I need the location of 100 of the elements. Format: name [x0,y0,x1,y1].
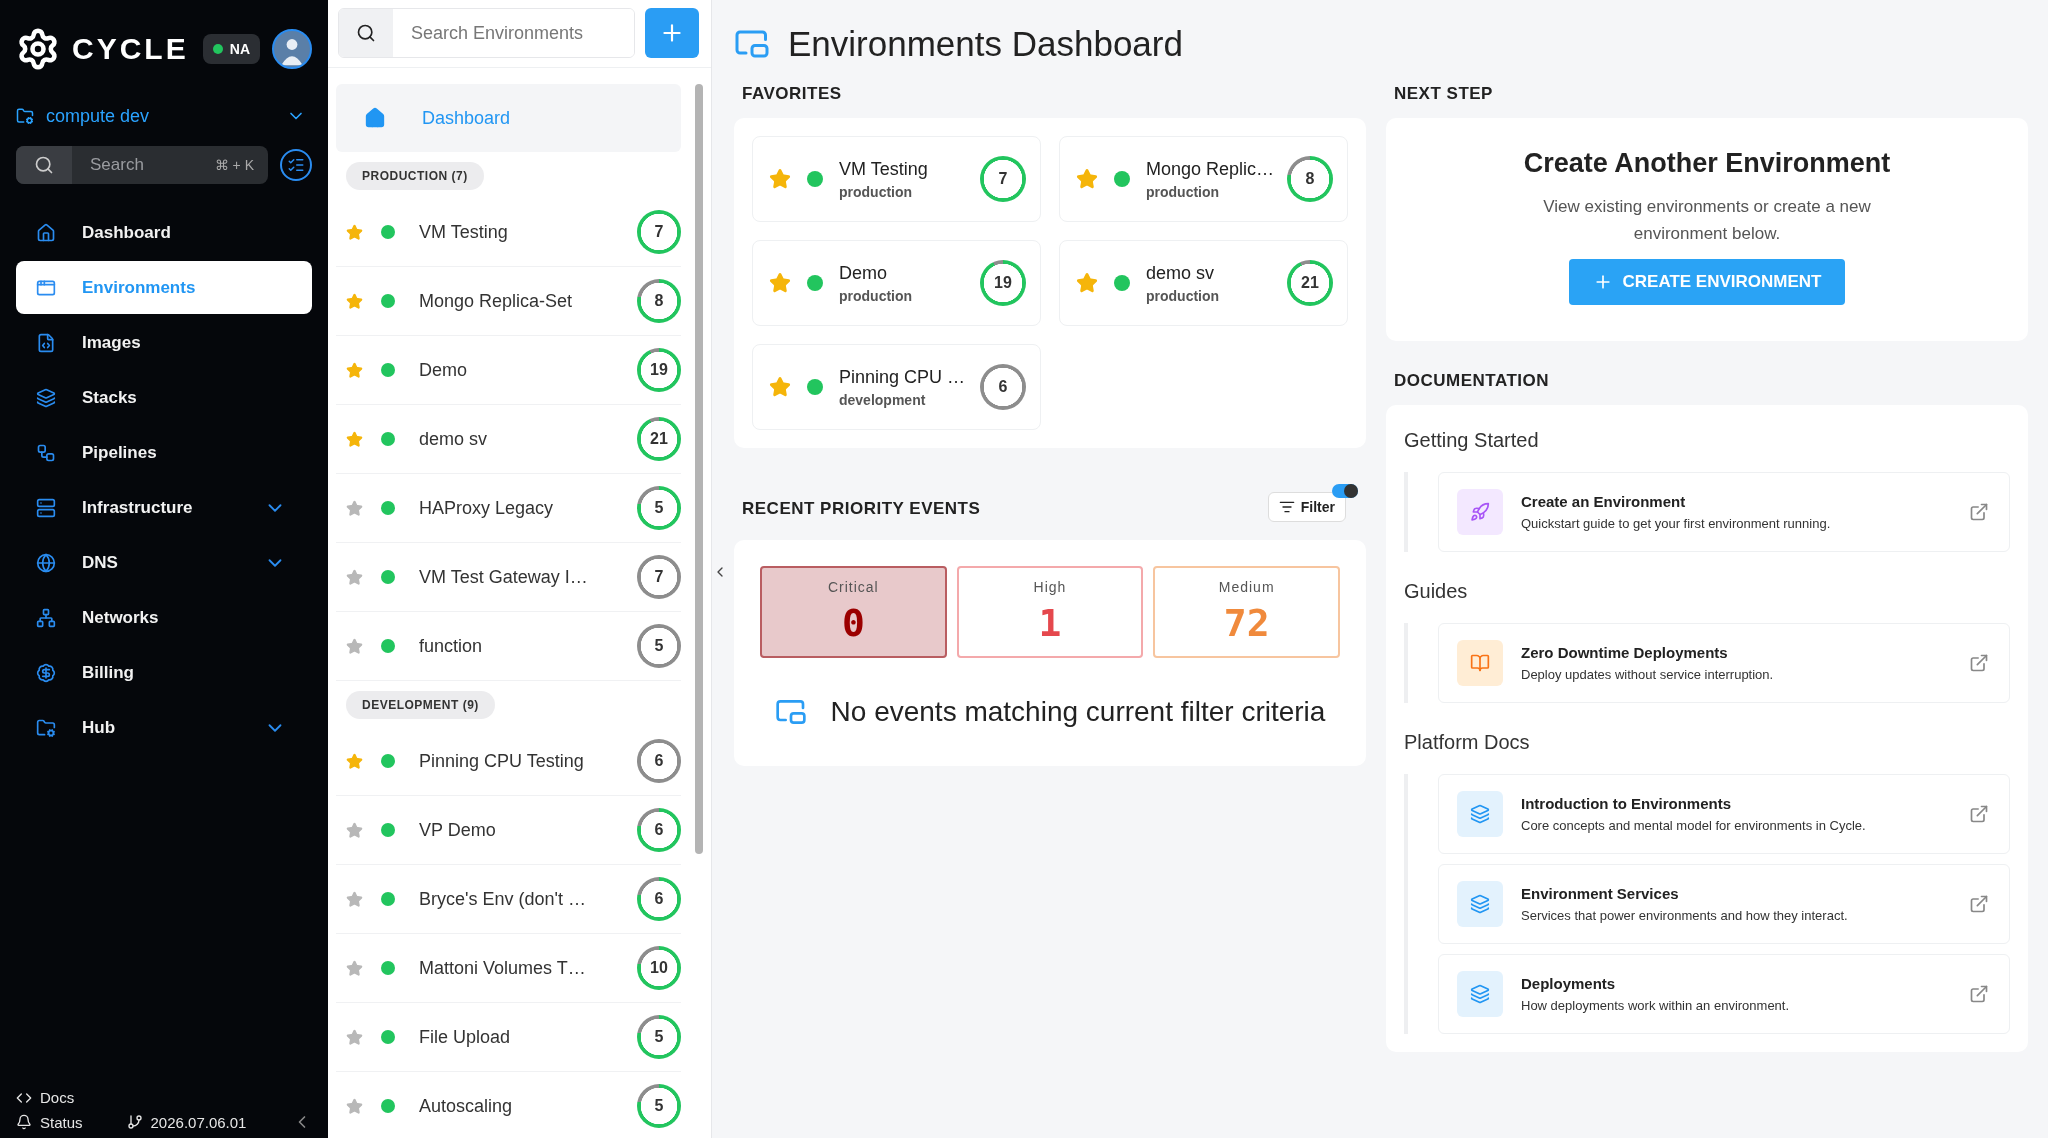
star-icon[interactable] [346,499,363,517]
branch-icon [126,1114,143,1130]
severity-card[interactable]: Medium 72 [1153,566,1340,658]
environment-row[interactable]: Bryce's Env (don't … 6 [336,865,681,934]
workflow-icon [36,442,56,463]
doc-card[interactable]: Environment Services Services that power environments and how they interact. [1438,864,2010,945]
favorite-card[interactable]: demo sv production 21 [1059,240,1348,326]
external-link-icon[interactable] [1969,502,1989,523]
nav-item[interactable]: Billing [16,646,312,699]
nav-item[interactable]: Networks [16,591,312,644]
doc-card[interactable]: Zero Downtime Deployments Deploy updates without service interruption. [1438,623,2010,704]
environment-row[interactable]: Pinning CPU Testing 6 [336,727,681,796]
brand-name: CYCLE [72,32,190,66]
nav-item[interactable]: Pipelines [16,426,312,479]
empty-message: No events matching current filter criteria [830,696,1326,728]
star-icon[interactable] [1076,272,1098,294]
folder-icon [36,717,56,738]
external-link-icon[interactable] [1969,984,1989,1005]
avatar[interactable] [272,29,312,69]
shortcut-hint: ⌘ + K [214,157,255,173]
star-icon[interactable] [346,959,363,977]
star-icon[interactable] [346,1097,363,1115]
environment-row[interactable]: VM Testing 7 [336,198,681,267]
environment-row[interactable]: File Upload 5 [336,1003,681,1072]
count-badge: 6 [980,364,1026,410]
environment-row[interactable]: HAProxy Legacy 5 [336,474,681,543]
layers-icon [1470,804,1490,825]
layers-icon [36,387,56,408]
search-bar[interactable]: Search Environments [338,8,635,58]
doc-card[interactable]: Introduction to Environments Core concepts and mental model for environments in Cycle. [1438,774,2010,855]
star-icon[interactable] [346,361,363,379]
status-dot [381,754,395,768]
star-icon[interactable] [769,376,791,398]
filter-button[interactable]: Filter [1267,492,1346,522]
doc-description: Services that power environments and how they interact. [1521,908,1849,924]
status-dot [381,432,395,446]
group-label: DEVELOPMENT (9) [346,691,495,719]
search-bar[interactable]: Search ⌘ + K [16,146,268,184]
star-icon[interactable] [346,637,363,655]
environment-row[interactable]: function 5 [336,612,681,681]
count-badge: 6 [637,877,681,921]
environment-row[interactable]: Demo 19 [336,336,681,405]
count-badge: 8 [1287,156,1333,202]
favorite-card[interactable]: Pinning CPU … development 6 [752,344,1041,430]
nav-item[interactable]: Hub [16,701,312,754]
severity-card[interactable]: High 1 [956,566,1144,658]
star-icon[interactable] [346,430,363,448]
region-badge[interactable]: NA [202,34,260,64]
scrollbar[interactable] [695,84,703,854]
section-heading: DOCUMENTATION [1394,371,1551,392]
favorite-card[interactable]: Mongo Replic… production 8 [1059,136,1348,222]
search-icon [339,9,393,57]
star-icon[interactable] [346,821,363,839]
star-icon[interactable] [346,1028,363,1046]
nav-item[interactable]: Images [16,316,312,369]
add-button[interactable] [645,8,699,58]
star-icon[interactable] [1076,168,1098,190]
star-icon[interactable] [346,568,363,586]
star-icon[interactable] [346,292,363,310]
section-heading: FAVORITES [742,84,843,104]
doc-card[interactable]: Deployments How deployments work within an environment. [1438,954,2010,1035]
environment-row[interactable]: demo sv 21 [336,405,681,474]
environment-row[interactable]: VP Demo 6 [336,796,681,865]
checklist-button[interactable] [280,149,312,181]
nav-item[interactable]: DNS [16,536,312,589]
count-badge: 5 [637,486,681,530]
star-icon[interactable] [346,752,363,770]
group-title: Getting Started [1404,429,1540,453]
nav-item[interactable]: Dashboard [16,206,312,259]
environment-row[interactable]: VM Test Gateway I… 7 [336,543,681,612]
search-input[interactable]: Search [72,154,215,176]
star-icon[interactable] [769,272,791,294]
favorite-card[interactable]: VM Testing production 7 [752,136,1041,222]
environment-row[interactable]: Autoscaling 5 [336,1072,681,1138]
external-link-icon[interactable] [1969,653,1989,674]
doc-card[interactable]: Create an Environment Quickstart guide to get your first environment running. [1438,472,2010,553]
card-title: Create Another Environment [1523,148,1891,179]
count-badge: 6 [637,808,681,852]
hub-selector[interactable]: compute dev [46,105,274,127]
nav-item[interactable]: Infrastructure [16,481,312,534]
doc-title: Deployments [1521,975,1617,993]
star-icon[interactable] [346,890,363,908]
count-badge: 21 [637,417,681,461]
star-icon[interactable] [769,168,791,190]
external-link-icon[interactable] [1969,894,1989,915]
status-link[interactable]: Status [40,1113,83,1131]
filter-toggle[interactable] [1332,484,1358,498]
dollar-icon [36,662,56,683]
environment-row[interactable]: Mattoni Volumes T… 10 [336,934,681,1003]
nav-item[interactable]: Stacks [16,371,312,424]
docs-link[interactable]: Docs [40,1089,75,1106]
environment-row[interactable]: Mongo Replica-Set 8 [336,267,681,336]
external-link-icon[interactable] [1969,804,1989,825]
severity-count: 72 [1223,601,1270,645]
severity-card[interactable]: Critical 0 [760,566,947,658]
count-badge: 5 [637,1084,681,1128]
home-icon [364,107,386,129]
count-badge: 7 [637,555,681,599]
star-icon[interactable] [346,223,363,241]
favorite-card[interactable]: Demo production 19 [752,240,1041,326]
